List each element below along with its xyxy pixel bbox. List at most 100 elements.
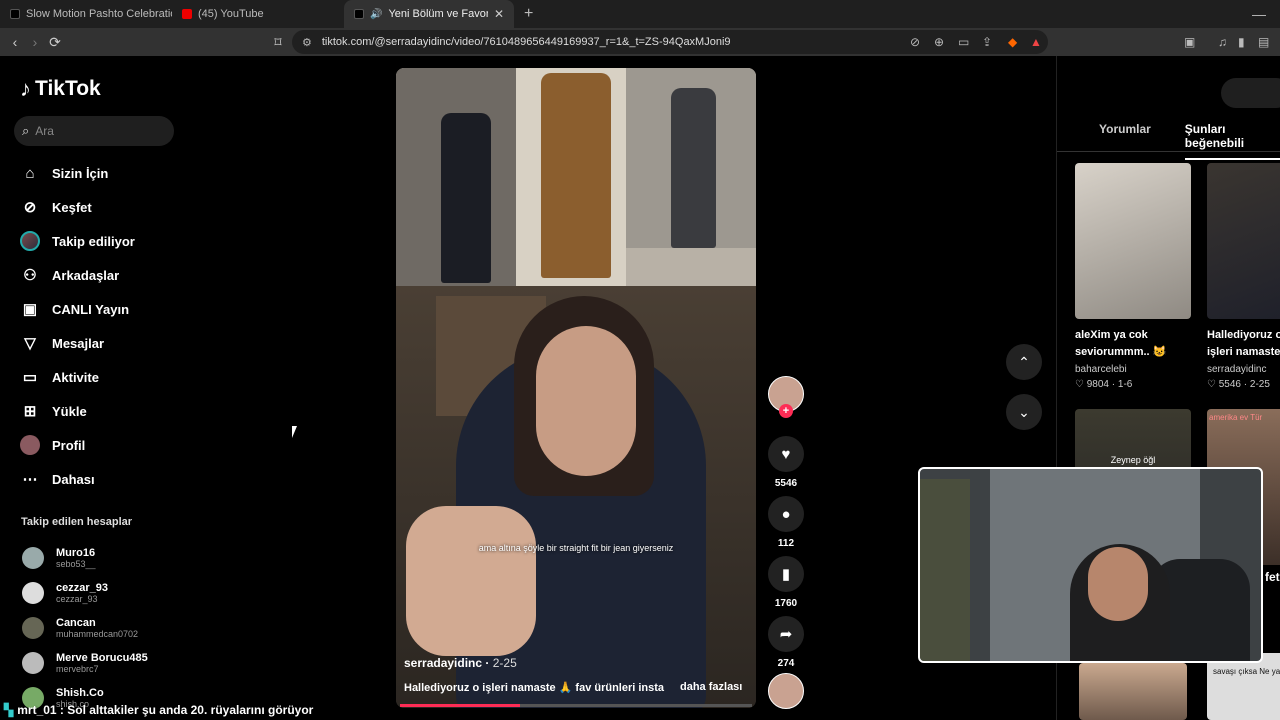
like-count: 5546 (774, 478, 798, 489)
sidebar-item-friends[interactable]: ⚇ Arkadaşlar (20, 258, 135, 292)
following-account[interactable]: Muro16 sebo53__ (22, 540, 148, 575)
following-list: Muro16 sebo53__ cezzar_93 cezzar_93 Cancan… (22, 540, 148, 715)
save-action[interactable]: ▮ 1760 (766, 556, 806, 609)
suggested-video-card[interactable] (1079, 663, 1195, 720)
suggested-video-card[interactable]: savaşı çıksa Ne ya (1207, 653, 1280, 720)
sidebar-item-label: Aktivite (52, 369, 99, 385)
search-input[interactable]: ⌕ Ara (14, 116, 174, 146)
following-account[interactable]: Cancan muhammedcan0702 (22, 610, 148, 645)
media-icon[interactable]: ♫ (1218, 35, 1227, 49)
browser-tab-3[interactable]: 🔊 Yeni Bölüm ve Favori Ürünler ✕ (344, 0, 514, 28)
sidebar-item-activity[interactable]: ▭ Aktivite (20, 360, 135, 394)
video-scene (396, 286, 756, 708)
more-link[interactable]: daha fazlası (680, 681, 742, 693)
video-player[interactable]: ama altına şöyle bir straight fit bir je… (396, 68, 756, 708)
minimize-window-icon[interactable]: — (1252, 6, 1266, 22)
stream-chat-message: ▚ mrt_01 : Sol alttakiler şu anda 20. rü… (0, 700, 600, 720)
mouse-cursor-icon (292, 426, 297, 438)
chevron-down-icon[interactable]: ⌄ (1006, 394, 1042, 430)
brave-shield-icon[interactable]: ◆ (1008, 35, 1017, 49)
video-subtitle: ama altına şöyle bir straight fit bir je… (478, 543, 674, 553)
like-action[interactable]: ♥ 5546 (766, 436, 806, 489)
youtube-favicon-icon (182, 9, 192, 19)
thumb-caption: savaşı çıksa Ne ya (1213, 667, 1280, 676)
bookmark-icon[interactable]: ⌑ (268, 34, 288, 51)
heart-outline-icon: ♡ (1075, 379, 1084, 390)
video-date: 2-25 (492, 656, 517, 670)
collage-panel (626, 68, 756, 248)
card-title-line2: işleri namaste (1207, 346, 1280, 358)
chevron-up-icon[interactable]: ⌃ (1006, 344, 1042, 380)
share-arrow-icon[interactable]: ➦ (768, 616, 804, 652)
tab-suggested[interactable]: Şunları beğenebili (1184, 122, 1280, 160)
video-nav: ⌃ ⌄ (1006, 344, 1042, 444)
comment-icon[interactable]: ● (768, 496, 804, 532)
suggested-video-card[interactable]: aleXim ya cok seviorummm.. 😺 baharcelebi… (1075, 163, 1191, 390)
video-thumbnail (1207, 163, 1280, 319)
bookmark-icon[interactable]: ▮ (768, 556, 804, 592)
rewards-icon[interactable]: ▲ (1030, 35, 1042, 49)
sound-avatar[interactable] (768, 673, 804, 709)
forward-icon[interactable]: › (25, 34, 45, 50)
card-stats: ♡ 5546 · 2-25 (1207, 379, 1270, 390)
sidebar-item-upload[interactable]: ⊞ Yükle (20, 394, 135, 428)
wallet-icon[interactable]: ▤ (1258, 35, 1269, 49)
cast-icon[interactable]: ▭ (958, 35, 969, 49)
card-title-line2: seviorummm.. 😺 (1075, 346, 1167, 358)
zoom-icon[interactable]: ⊕ (934, 35, 944, 49)
following-account[interactable]: Merve Borucu485 mervebrc7 (22, 645, 148, 680)
card-title-line1: Hallediyoruz o (1207, 329, 1280, 341)
browser-toolbar: ‹ › ⟳ ⌑ ⚙ tiktok.com/@serradayidinc/vide… (0, 28, 1280, 56)
outfit-collage-image (396, 68, 756, 286)
person-hand (406, 506, 536, 656)
divider (1057, 151, 1280, 152)
video-author[interactable]: serradayidinc · 2-25 (404, 656, 517, 670)
browser-tab-1[interactable]: Slow Motion Pashto Celebration Vid (0, 0, 172, 28)
sidebar-item-following[interactable]: Takip ediliyor (20, 224, 135, 258)
logo-text: TikTok (35, 77, 101, 100)
sidebar-item-label: Keşfet (52, 199, 92, 215)
account-handle: mervebrc7 (56, 663, 99, 674)
save-count: 1760 (774, 598, 798, 609)
browser-tabbar: Slow Motion Pashto Celebration Vid (45) … (0, 0, 1280, 28)
figure (441, 113, 491, 283)
comment-action[interactable]: ● 112 (766, 496, 806, 549)
share-action[interactable]: ➦ 274 (766, 616, 806, 669)
sidebar-item-messages[interactable]: ▽ Mesajlar (20, 326, 135, 360)
reload-icon[interactable]: ⟳ (45, 34, 65, 51)
share-count: 274 (777, 658, 795, 669)
heart-icon[interactable]: ♥ (768, 436, 804, 472)
avatar (22, 651, 44, 674)
thumb-caption: amerika ev Tür (1209, 413, 1263, 422)
tab-comments[interactable]: Yorumlar (1099, 122, 1151, 160)
sidebar-item-explore[interactable]: ⊘ Keşfet (20, 190, 135, 224)
share-icon[interactable]: ⇪ (982, 35, 992, 49)
new-tab-icon[interactable]: + (524, 5, 533, 23)
sidebar-toggle-icon[interactable]: ▣ (1184, 35, 1195, 49)
live-icon: ▣ (22, 301, 38, 318)
following-account[interactable]: cezzar_93 cezzar_93 (22, 575, 148, 610)
browser-tab-2[interactable]: (45) YouTube (172, 0, 344, 28)
sidebar-item-profile[interactable]: Profil (20, 428, 135, 462)
mute-icon[interactable]: ⊘ (910, 35, 920, 49)
tiktok-favicon-icon (354, 9, 364, 19)
sidebar-item-live[interactable]: ▣ CANLI Yayın (20, 292, 135, 326)
card-likes: 9804 (1086, 379, 1109, 390)
suggested-video-card[interactable]: Hallediyoruz o işleri namaste serradayid… (1207, 163, 1280, 390)
sidebar-item-for-you[interactable]: ⌂ Sizin İçin (20, 156, 135, 190)
sidebar-item-label: Dahası (52, 471, 95, 487)
back-icon[interactable]: ‹ (5, 34, 25, 50)
panel-controls[interactable] (1221, 78, 1280, 108)
friends-icon: ⚇ (23, 267, 37, 284)
activity-icon: ▭ (22, 369, 38, 386)
sidebar-item-more[interactable]: ⋯ Dahası (20, 462, 135, 496)
tiktok-logo[interactable]: ♪ TikTok (20, 76, 101, 102)
close-tab-icon[interactable]: ✕ (494, 7, 504, 21)
follow-plus-icon[interactable]: + (779, 404, 793, 418)
video-thumbnail (1079, 663, 1187, 720)
reader-icon[interactable]: ▮ (1238, 35, 1245, 49)
thumb-caption: Zeynep öğl (1110, 455, 1156, 465)
site-settings-icon[interactable]: ⚙ (302, 36, 312, 49)
upload-icon: ⊞ (23, 403, 37, 420)
account-name: Merve Borucu485 (56, 651, 148, 664)
